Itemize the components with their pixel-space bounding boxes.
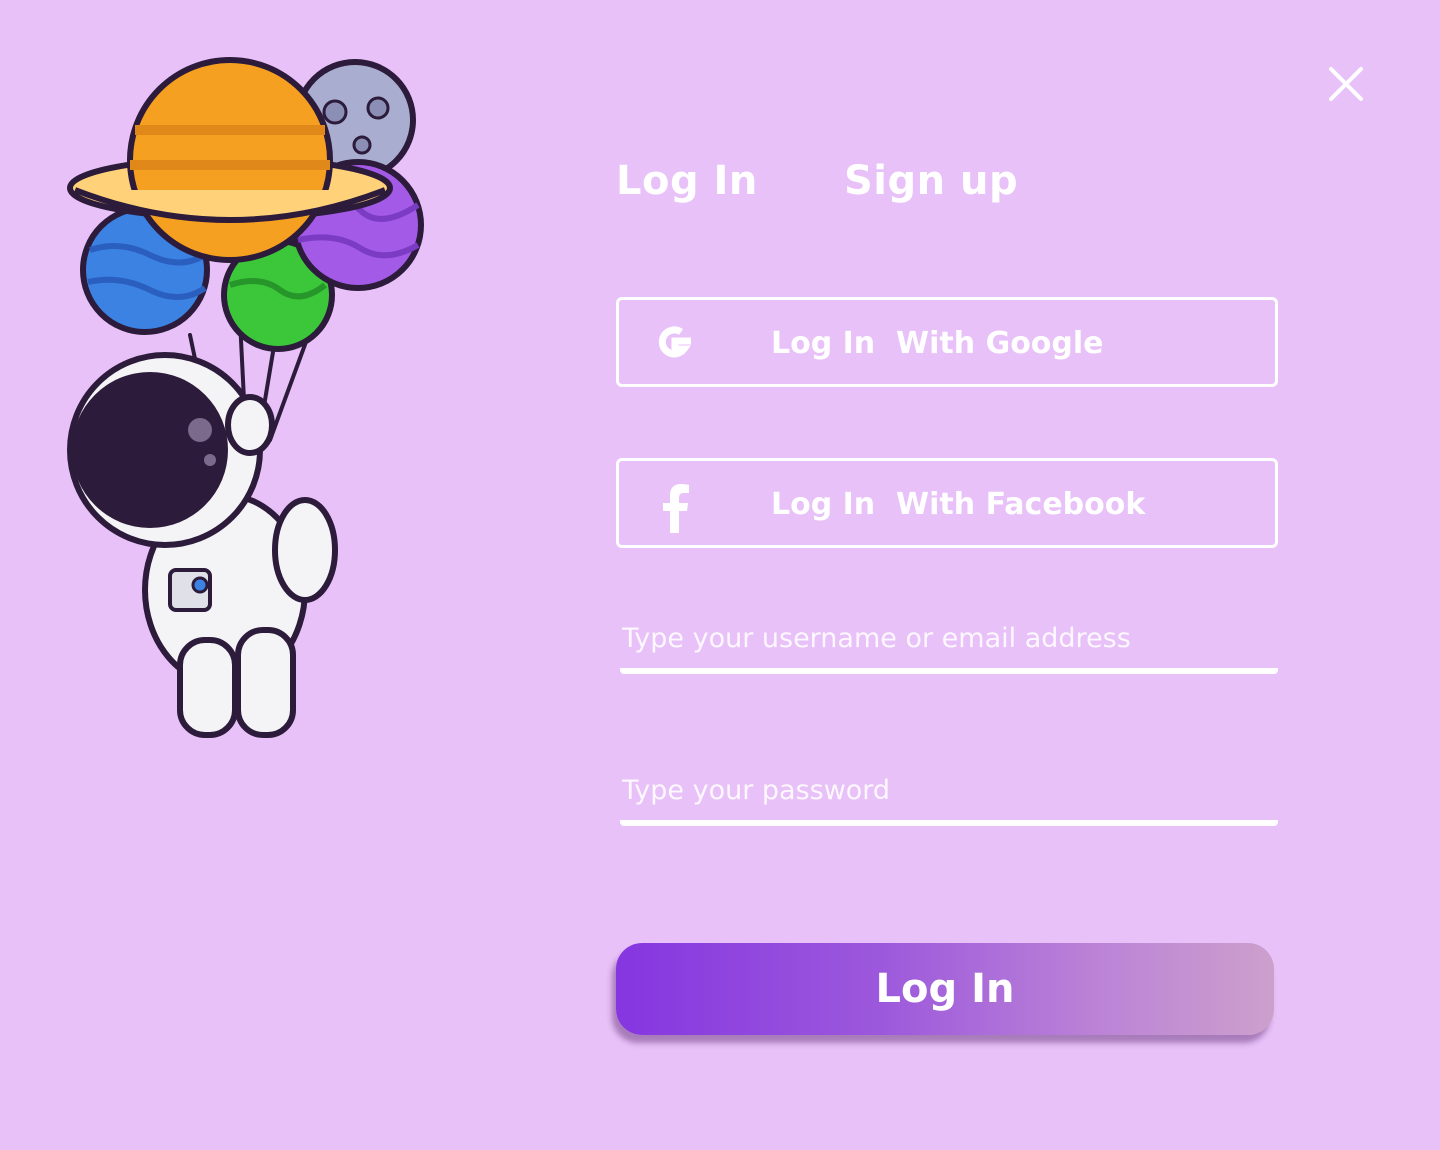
tab-signup[interactable]: Sign up: [844, 158, 1018, 204]
password-input[interactable]: [620, 760, 1278, 820]
facebook-login-button[interactable]: Log In With Facebook: [616, 458, 1278, 548]
facebook-login-label: Log In With Facebook: [771, 487, 1146, 522]
login-submit-button[interactable]: Log In: [616, 943, 1274, 1035]
google-login-button[interactable]: Log In With Google: [616, 297, 1278, 387]
astronaut-illustration: [67, 57, 424, 738]
password-field-container: [620, 760, 1278, 826]
username-input[interactable]: [620, 608, 1278, 668]
close-button[interactable]: [1326, 64, 1366, 104]
facebook-icon: [663, 484, 689, 533]
google-icon: [658, 326, 691, 358]
google-login-label: Log In With Google: [771, 326, 1104, 361]
username-field-container: [620, 608, 1278, 674]
tab-login[interactable]: Log In: [616, 158, 758, 204]
close-icon: [1329, 67, 1363, 101]
